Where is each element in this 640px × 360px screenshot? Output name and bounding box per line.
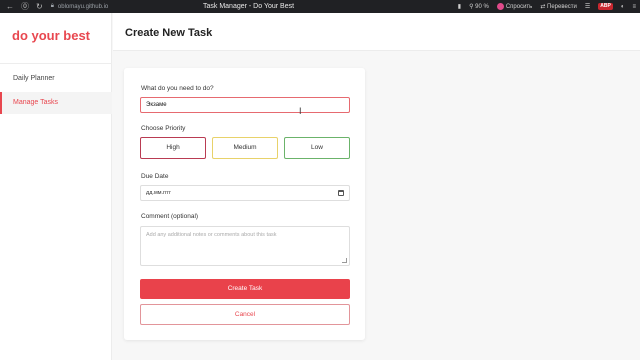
due-date-input[interactable]: дд.мм.гггг (140, 185, 350, 201)
adblock-icon[interactable]: ABP (598, 3, 613, 10)
zoom-level: 90 % (475, 4, 489, 10)
comment-textarea[interactable]: Add any additional notes or comments abo… (140, 226, 350, 266)
ask-label: Спросить (505, 4, 533, 11)
resize-handle-icon[interactable] (342, 258, 347, 263)
comment-label: Comment (optional) (141, 213, 199, 220)
reload-icon[interactable]: ↻ (36, 2, 43, 11)
app-logo[interactable]: do your best (12, 28, 90, 43)
comment-placeholder: Add any additional notes or comments abo… (146, 232, 277, 238)
browser-tab-title: Task Manager - Do Your Best (203, 3, 295, 10)
task-input[interactable]: Экзаме (140, 97, 350, 113)
sidebar-item-daily-planner[interactable]: Daily Planner (0, 68, 112, 90)
translate-icon: ⇄ (540, 4, 546, 10)
due-date-value: дд.мм.гггг (146, 190, 172, 196)
page-header: Create New Task (113, 13, 640, 51)
text-cursor-icon: I (299, 106, 302, 116)
priority-medium-button[interactable]: Medium (212, 137, 278, 159)
address-bar[interactable]: 🔒︎ oblomayu.github.io (51, 3, 109, 10)
sidebar-divider (0, 63, 112, 64)
translate-button[interactable]: ⇄ Перевести (540, 3, 577, 10)
zoom-indicator[interactable]: ⚲ 90 % (469, 3, 489, 10)
ask-icon (496, 2, 504, 10)
page-title: Create New Task (125, 27, 213, 39)
back-icon[interactable]: ← (6, 2, 14, 11)
menu-icon[interactable]: ≡ (632, 4, 636, 10)
calendar-icon[interactable] (338, 190, 344, 196)
sidebar-item-manage-tasks[interactable]: Manage Tasks (0, 92, 112, 114)
priority-high-button[interactable]: High (140, 137, 206, 159)
shield-icon[interactable]: ◐ (621, 4, 625, 10)
ask-button[interactable]: Спросить (496, 2, 533, 11)
zoom-icon: ⚲ (469, 4, 474, 10)
sidebar: do your best Daily Planner Manage Tasks (0, 13, 112, 360)
due-date-label: Due Date (141, 173, 169, 180)
priority-low-button[interactable]: Low (284, 137, 350, 159)
bookmark-icon[interactable]: ▮ (458, 3, 461, 10)
priority-label: Choose Priority (141, 125, 186, 132)
create-task-form: What do you need to do? Экзаме I Choose … (124, 68, 365, 340)
task-label: What do you need to do? (141, 85, 214, 92)
create-task-button[interactable]: Create Task (140, 279, 350, 299)
address-bar-url: oblomayu.github.io (57, 3, 109, 10)
site-info-icon[interactable]: ⓪ (21, 2, 29, 11)
browser-toolbar: ← ⓪ ↻ 🔒︎ oblomayu.github.io Task Manager… (0, 0, 640, 13)
cancel-button[interactable]: Cancel (140, 304, 350, 325)
lock-icon: 🔒︎ (50, 3, 54, 9)
translate-label: Перевести (547, 4, 577, 10)
extensions-icon[interactable]: ☰ (585, 3, 590, 10)
